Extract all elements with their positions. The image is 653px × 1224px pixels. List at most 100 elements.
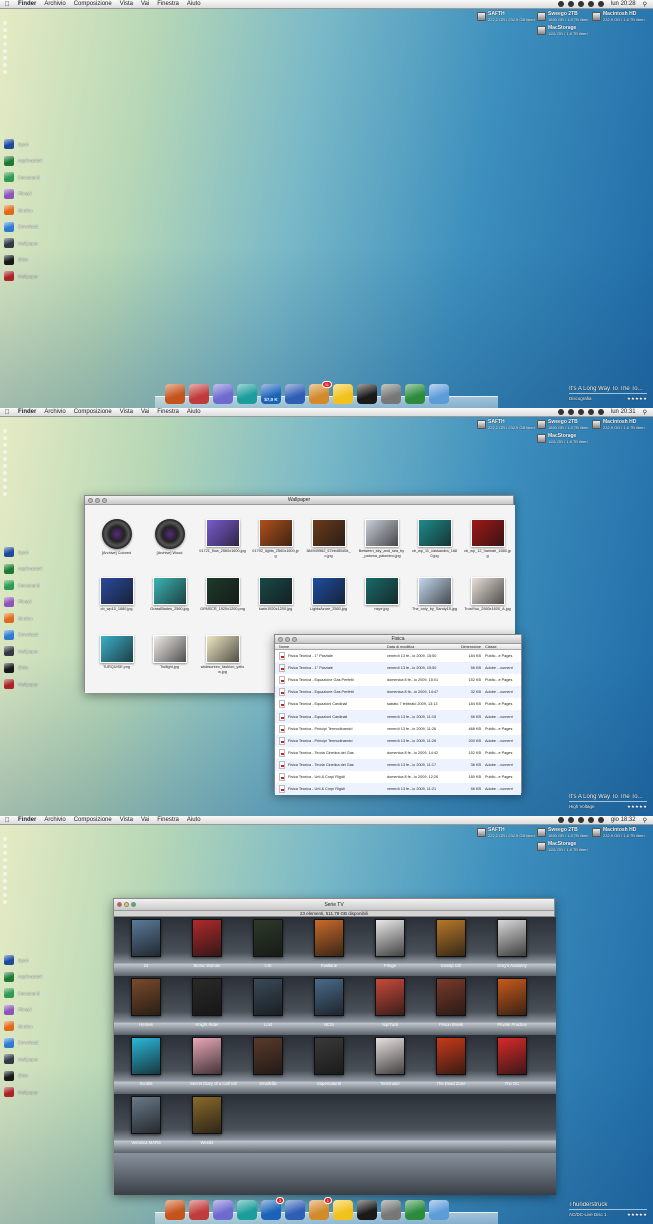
dock-app-icon[interactable]: $7,0 K	[261, 384, 281, 404]
sidebar-item[interactable]: Wallpaper	[4, 1051, 42, 1068]
time-machine-icon[interactable]	[557, 1, 564, 7]
battery-icon[interactable]	[597, 817, 604, 823]
table-row[interactable]: Fisica Teorica - Teoria Cinetica dei Gas…	[275, 758, 521, 771]
dock-app-icon[interactable]	[165, 1200, 185, 1220]
menu-finder[interactable]: Finder	[14, 1, 40, 7]
dock-app-icon[interactable]	[333, 384, 353, 404]
wallpaper-file-item[interactable]: Twilight.jpg	[146, 635, 193, 670]
sidebar-item[interactable]: Wallpaper	[4, 676, 42, 693]
tv-series-folder[interactable]: CSI	[251, 919, 285, 968]
menu-aiuto[interactable]: Aiuto	[183, 1, 205, 7]
dock-app-icon[interactable]	[405, 384, 425, 404]
sidebar-item[interactable]: Download	[4, 219, 42, 236]
tv-series-folder[interactable]: Supernatural	[312, 1037, 346, 1086]
wallpaper-file-item[interactable]: LightsAzure_2560.jpg	[305, 577, 352, 612]
table-row[interactable]: Fisica Teorica - Equazione Gas Perfetti d…	[275, 674, 521, 687]
sidebar-item[interactable]: Documenti	[4, 169, 42, 186]
wallpaper-file-item[interactable]: [Archive] Wood	[146, 519, 193, 556]
wallpaper-file-item[interactable]: Between_sky_and_sea_by_paloma_palomino.j…	[358, 519, 405, 558]
sidebar-item[interactable]: Spot!	[4, 544, 42, 561]
tv-series-folder[interactable]: 24	[129, 919, 163, 968]
spotlight-icon[interactable]: ⚲	[643, 817, 647, 824]
apple-menu-icon[interactable]: 	[0, 409, 14, 416]
dock-app-icon[interactable]	[165, 384, 185, 404]
sidebar-item[interactable]: Applicazioni	[4, 561, 42, 578]
battery-icon[interactable]	[597, 409, 604, 415]
tv-series-folder[interactable]: Grey's Anatomy	[495, 919, 529, 968]
dock-app-icon[interactable]	[285, 1200, 305, 1220]
table-row[interactable]: Fisica Teorica - Principi Termodinamici v…	[275, 734, 521, 747]
wallpaper-file-item[interactable]: TURQUISE.png	[93, 635, 140, 670]
table-row[interactable]: Fisica Teorica - Teoria Cinetica dei Gas…	[275, 746, 521, 759]
tv-series-folder[interactable]: Scrubs	[129, 1037, 163, 1086]
wallpaper-file-item[interactable]: The_only_by_Sandy15.jpg	[411, 577, 458, 612]
menu-composizione[interactable]: Composizione	[70, 409, 116, 415]
dock-app-icon[interactable]	[429, 1200, 449, 1220]
dock-app-icon[interactable]	[237, 384, 257, 404]
menu-clock[interactable]: lun 20:31	[608, 409, 639, 415]
dock-app-icon[interactable]: 3	[261, 1197, 284, 1220]
drive-safth[interactable]: SAFTH 222,2 GB / 232,9 GB liberi	[477, 828, 535, 838]
wifi-icon[interactable]	[577, 409, 584, 415]
menu-archivio[interactable]: Archivio	[40, 409, 69, 415]
sidebar-item[interactable]: Spot!	[4, 952, 42, 969]
wifi-icon[interactable]	[577, 817, 584, 823]
drive-macintosh-hd[interactable]: Macintosh HD 232,9 GB / 1,6 TB liberi	[592, 828, 645, 838]
volume-icon[interactable]	[587, 1, 594, 7]
tv-series-folder[interactable]: Prison Break	[434, 978, 468, 1027]
menu-finestra[interactable]: Finestra	[153, 409, 183, 415]
dock-app-icon[interactable]: 31	[309, 381, 332, 404]
tv-series-folder[interactable]: Gossip Girl	[434, 919, 468, 968]
rating-stars-icon[interactable]: ★★★★★	[627, 804, 647, 810]
sidebar-item[interactable]: Wallpaper	[4, 235, 42, 252]
sidebar-item[interactable]: Musica	[4, 1018, 42, 1035]
dock-app-icon[interactable]	[213, 1200, 233, 1220]
column-header-size[interactable]: Dimensione	[449, 645, 485, 649]
tv-series-folder[interactable]: Fastlane	[312, 919, 346, 968]
drive-safth[interactable]: SAFTH 222,2 GB / 232,9 GB liberi	[477, 12, 535, 22]
tv-series-folder[interactable]: Heroes	[129, 978, 163, 1027]
menu-vai[interactable]: Vai	[137, 817, 153, 823]
table-row[interactable]: Fisica Teorica - Urti & Corpi Rigidi vene…	[275, 783, 521, 796]
sidebar-item[interactable]: Slots	[4, 1068, 42, 1085]
wallpaper-file-item[interactable]: cb_wp_12_hannah_1680.jpg	[464, 519, 511, 558]
window-titlebar[interactable]: Fisica	[275, 635, 521, 644]
table-row[interactable]: Fisica Teorica - Equazioni Cardinali saba…	[275, 698, 521, 711]
drive-macintosh-hd[interactable]: Macintosh HD 232,9 GB / 1,6 TB liberi	[592, 420, 645, 430]
menu-finestra[interactable]: Finestra	[153, 817, 183, 823]
volume-icon[interactable]	[587, 409, 594, 415]
wallpaper-file-item[interactable]: cb_wp_11_cassandra_1680.jpg	[411, 519, 458, 558]
dock-app-icon[interactable]	[333, 1200, 353, 1220]
sidebar-item[interactable]: Musica	[4, 610, 42, 627]
drive-macstorage[interactable]: MacStorage 1111 GB / 1,8 TB liberi	[537, 434, 588, 444]
bluetooth-icon[interactable]	[567, 409, 574, 415]
dock-app-icon[interactable]	[213, 384, 233, 404]
wallpaper-file-item[interactable]: widescreen_fashion_yellow.jpg	[199, 635, 246, 674]
drive-sweego[interactable]: Sweego 2TB 1850 GB / 1,8 TB liberi	[537, 12, 588, 22]
menu-finder[interactable]: Finder	[14, 817, 40, 823]
tv-series-folder[interactable]: NCIS	[312, 978, 346, 1027]
table-row[interactable]: Fisica Teorica - 1° Parziale venerdì 13 f…	[275, 650, 521, 663]
wallpaper-file-item[interactable]: GrassBlades_2560.jpg	[146, 577, 193, 612]
menu-composizione[interactable]: Composizione	[70, 817, 116, 823]
menu-finder[interactable]: Finder	[14, 409, 40, 415]
column-header-kind[interactable]: Classe	[485, 645, 515, 649]
menu-aiuto[interactable]: Aiuto	[183, 817, 205, 823]
menu-clock[interactable]: gio 18:32	[608, 817, 639, 823]
drive-sweego[interactable]: Sweego 2TB 1850 GB / 1,8 TB liberi	[537, 420, 588, 430]
menu-vai[interactable]: Vai	[137, 1, 153, 7]
sidebar-item[interactable]: Slots	[4, 660, 42, 677]
dock-app-icon[interactable]: 1	[309, 1197, 332, 1220]
dock-app-icon[interactable]	[189, 1200, 209, 1220]
bluetooth-icon[interactable]	[567, 817, 574, 823]
table-row[interactable]: Fisica Teorica - Urti & Corpi Rigidi dome…	[275, 770, 521, 784]
tv-series-folder[interactable]: Secret Diary of a Call Girl	[190, 1037, 237, 1086]
wallpaper-file-item[interactable]: cb_wp15_1680.jpg	[93, 577, 140, 612]
menu-composizione[interactable]: Composizione	[70, 1, 116, 7]
spotlight-icon[interactable]: ⚲	[643, 1, 647, 8]
dock-app-icon[interactable]	[189, 384, 209, 404]
column-header-name[interactable]: Nome	[275, 645, 387, 649]
rating-stars-icon[interactable]: ★★★★★	[627, 396, 647, 402]
sidebar-item[interactable]: Documenti	[4, 985, 42, 1002]
menu-finestra[interactable]: Finestra	[153, 1, 183, 7]
